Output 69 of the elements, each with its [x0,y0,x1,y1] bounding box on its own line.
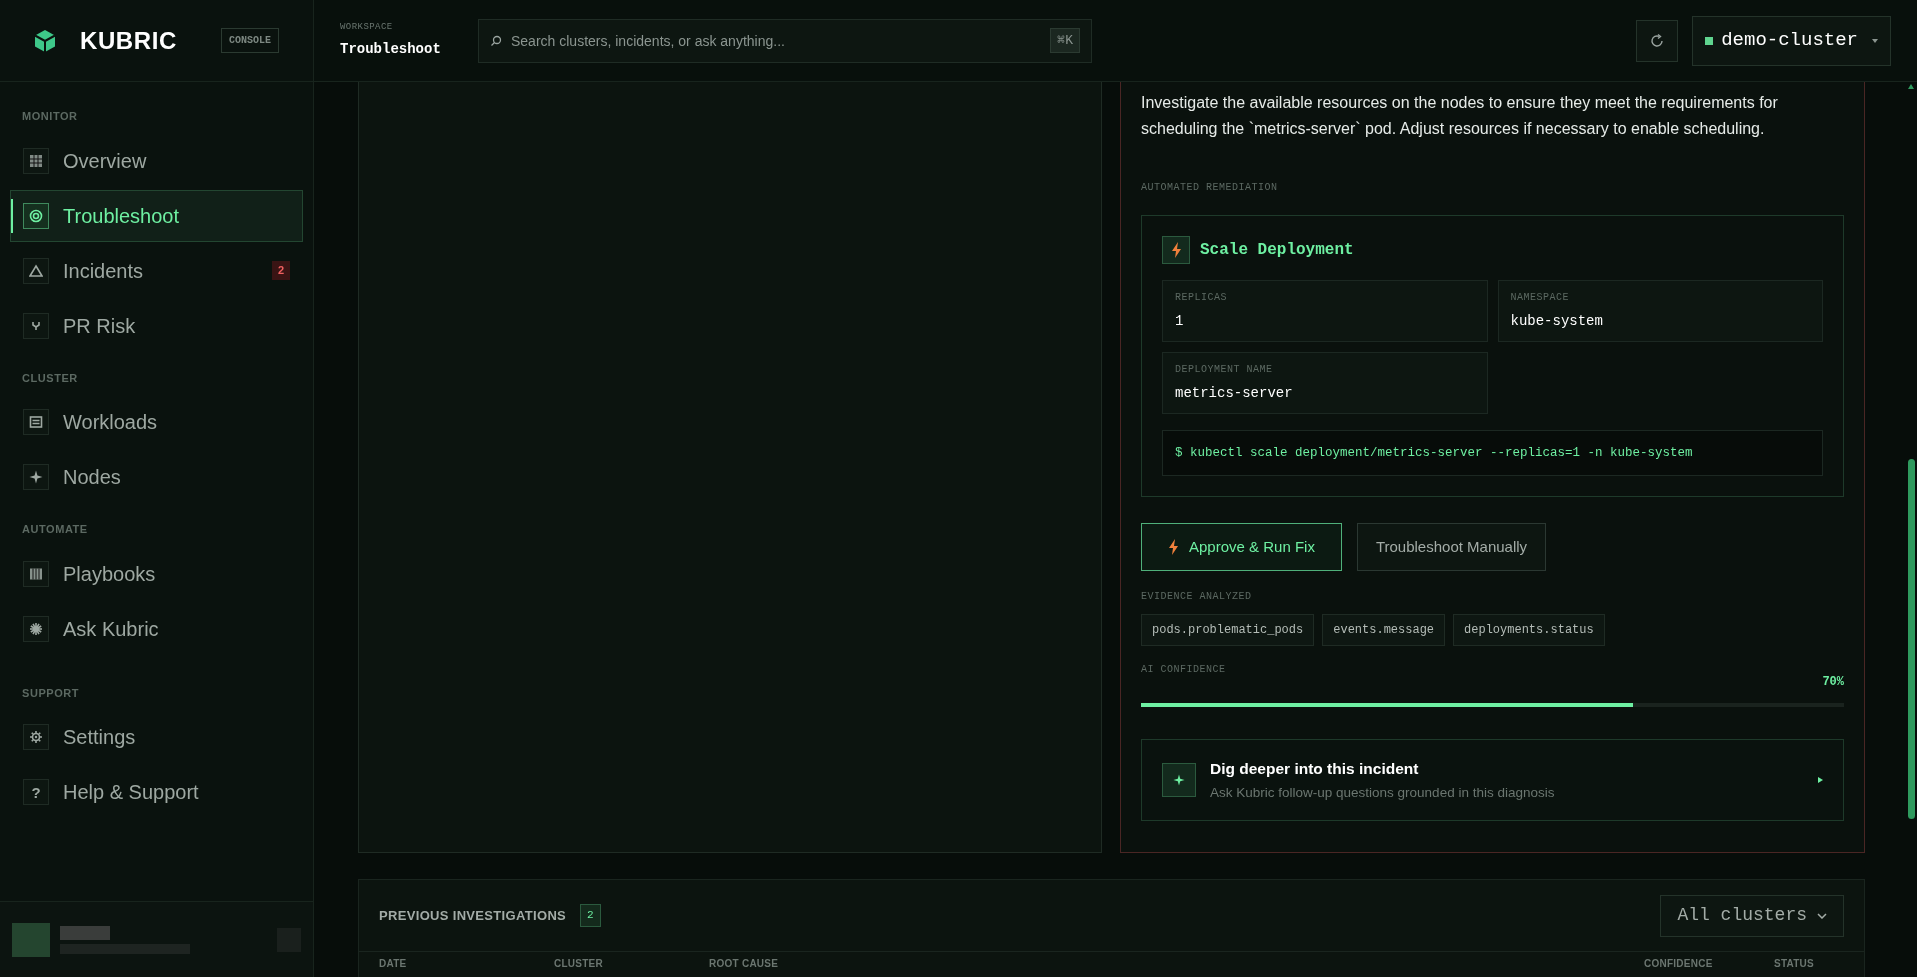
column-header: DATE [379,957,408,971]
nav-item[interactable]: Overview [10,134,303,187]
avatar-placeholder [12,922,50,957]
cluster-selector[interactable]: demo-cluster [1692,15,1891,66]
column-header: STATUS [1774,957,1815,971]
column-header: CLUSTER [554,957,604,971]
remediation-title: Scale Deployment [1200,240,1354,261]
nav-item[interactable]: ? Help & Support [10,766,303,818]
nav-item[interactable]: Settings [10,711,303,763]
nav-item[interactable]: Troubleshoot [10,189,303,242]
nav-item[interactable]: Playbooks [10,547,303,600]
approve-button[interactable]: Approve & Run Fix [1141,523,1342,571]
section-label: MONITOR [21,109,79,124]
section-label: AI CONFIDENCE [1141,663,1226,677]
help-icon: ? [31,784,41,800]
nav-item[interactable]: PR Risk [10,299,303,352]
section-label: CLUSTER [21,370,79,386]
nav-item[interactable]: Incidents 2 [10,244,303,297]
settings-icon [29,730,43,744]
column-header: ROOT CAUSE [709,957,780,971]
confidence-value: 70% [1822,674,1844,691]
scroll-up-icon [1908,84,1914,89]
dig-deeper-title: Dig deeper into this incident [1210,758,1420,779]
sparkle-icon [29,470,43,484]
search-icon [490,34,502,47]
parameter-field: DEPLOYMENT NAME metrics-server [1162,352,1488,414]
cube-logo-icon [34,28,56,53]
dig-deeper-card[interactable]: Dig deeper into this incident Ask Kubric follow-up questions grounded in this diagnosis [1141,739,1844,821]
fork-icon [31,320,41,331]
console-tag: CONSOLE [221,28,279,53]
section-label: SUPPORT [21,685,81,701]
refresh-button[interactable] [1636,19,1679,62]
section-label: AUTOMATE [21,522,89,537]
target-icon [29,208,43,223]
dig-deeper-subtitle: Ask Kubric follow-up questions grounded in this diagnosis [1210,784,1555,802]
blurred-name-placeholder [60,925,110,940]
play-arrow-icon [1818,777,1823,783]
columns-icon [29,566,43,581]
manual-button[interactable]: Troubleshoot Manually [1356,523,1547,571]
lightning-icon [1168,539,1179,555]
section-label: EVIDENCE ANALYZED [1141,590,1253,604]
warning-triangle-icon [29,263,43,278]
chevron-down-icon [1817,912,1827,919]
column-header: CONFIDENCE [1644,957,1714,971]
evidence-tag: events.message [1322,614,1446,646]
grid-icon [29,153,43,168]
workspace-name: Troubleshoot [340,39,442,59]
parameter-field: NAMESPACE kube-system [1497,280,1823,342]
caret-icon [1872,38,1878,43]
workspace-label: WORKSPACE [340,21,394,35]
list-icon [29,415,43,429]
nav-item[interactable]: Nodes [10,451,303,503]
parameter-field: REPLICAS 1 [1162,280,1488,342]
brand-name: KUBRIC [80,25,177,56]
evidence-tag: deployments.status [1453,614,1605,646]
shortcut-hint: ⌘K [1050,27,1080,53]
count-badge: 2 [580,904,601,927]
lightning-icon [1170,242,1182,258]
section-label: AUTOMATED REMEDIATION [1141,181,1279,195]
count-badge: 2 [271,261,290,280]
sparkle-icon [1173,774,1185,786]
nav-item[interactable]: Ask Kubric [10,602,303,655]
cluster-filter[interactable]: All clusters [1660,894,1844,937]
burst-icon [29,621,43,636]
investigations-title: PREVIOUS INVESTIGATIONS [379,906,567,925]
nav-item[interactable]: Workloads [10,396,303,448]
refresh-icon [1649,32,1666,49]
evidence-tag: pods.problematic_pods [1141,614,1315,646]
recommendation-text: Investigate the available resources on the nodes to ensure they meet the requirements for scheduling the `metrics-server` pod. Adjust resources if necessary to enable scheduling. [1141,93,1779,139]
